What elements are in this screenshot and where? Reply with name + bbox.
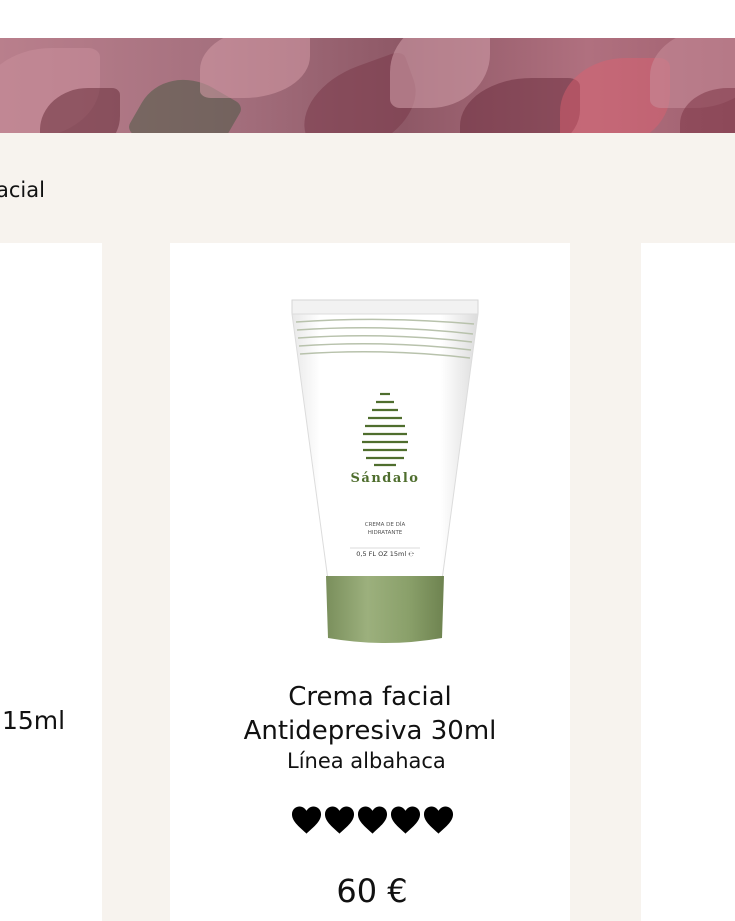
tube-volume-text: 0,5 FL OZ 15ml ℮	[356, 550, 414, 558]
heart-icon	[291, 806, 322, 834]
product-title-line2[interactable]: Antidepresiva 30ml	[170, 714, 570, 748]
product-card-right[interactable]	[641, 243, 735, 921]
heart-icon	[324, 806, 355, 834]
breadcrumb-current: acial	[0, 178, 45, 202]
product-card-left[interactable]	[0, 243, 102, 921]
heart-icon	[390, 806, 421, 834]
breadcrumb[interactable]: acial	[0, 178, 45, 202]
heart-icon	[423, 806, 454, 834]
product-card-left-size: 15ml	[2, 706, 66, 735]
tube-text-line1: CREMA DE DÍA	[365, 521, 406, 528]
product-title-line1[interactable]: Crema facial	[170, 680, 570, 714]
tube-brand-text: Sándalo	[351, 471, 420, 486]
heart-icon	[357, 806, 388, 834]
product-price: 60 €	[336, 872, 408, 910]
hero-banner	[0, 38, 735, 133]
product-line-label: Línea albahaca	[287, 749, 446, 773]
tube-text-line2: HIDRATANTE	[368, 530, 403, 536]
rating-hearts	[291, 805, 454, 835]
product-image[interactable]: Sándalo CREMA DE DÍA HIDRATANTE 0,5 FL O…	[290, 298, 480, 648]
